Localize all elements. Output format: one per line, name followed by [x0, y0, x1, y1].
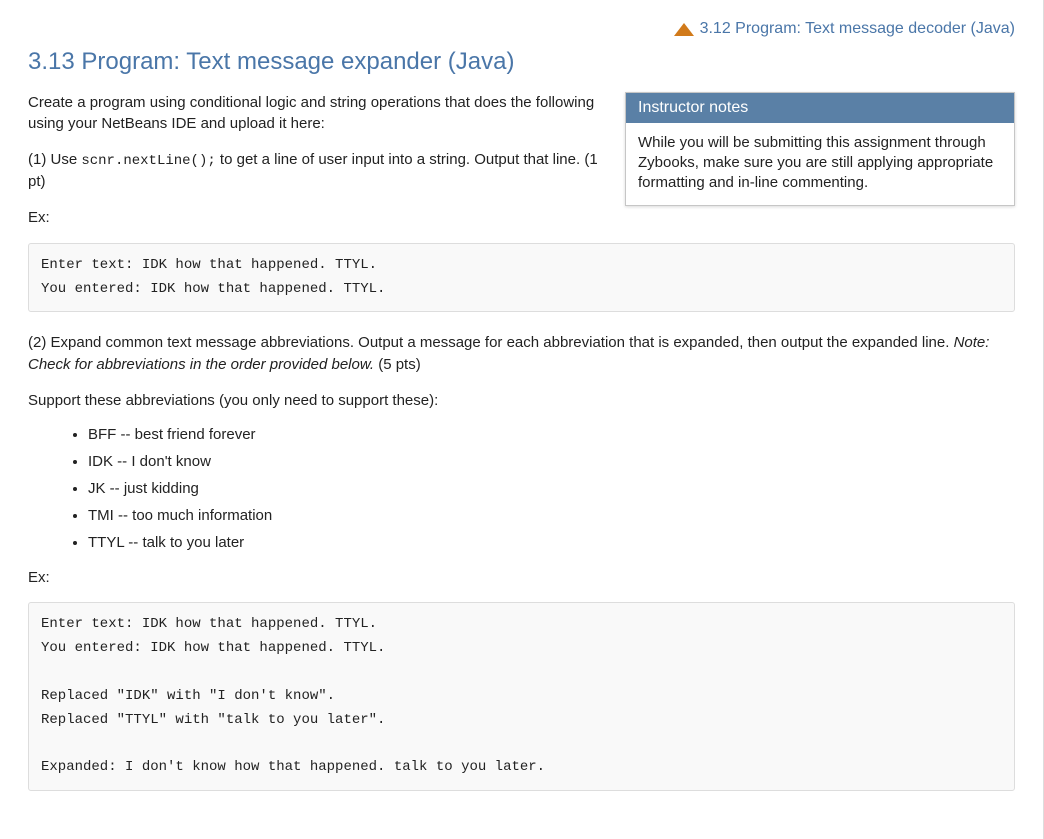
step2-pts: (5 pts) [374, 356, 421, 373]
instructor-notes-header: Instructor notes [626, 93, 1014, 123]
code-block-1: Enter text: IDK how that happened. TTYL.… [28, 243, 1015, 313]
example2-label: Ex: [28, 567, 1015, 589]
step2-paragraph: (2) Expand common text message abbreviat… [28, 332, 1015, 376]
instructor-notes-box: Instructor notes While you will be submi… [625, 92, 1015, 207]
step1-prefix: (1) Use [28, 151, 81, 168]
triangle-up-icon [674, 23, 694, 36]
list-item: TMI -- too much information [88, 507, 1015, 524]
step2-main: (2) Expand common text message abbreviat… [28, 334, 954, 351]
prev-section-link[interactable]: 3.12 Program: Text message decoder (Java… [674, 20, 1015, 38]
top-nav: 3.12 Program: Text message decoder (Java… [28, 20, 1015, 40]
support-label: Support these abbreviations (you only ne… [28, 390, 1015, 412]
code-block-2: Enter text: IDK how that happened. TTYL.… [28, 602, 1015, 791]
list-item: BFF -- best friend forever [88, 426, 1015, 443]
prev-section-label: 3.12 Program: Text message decoder (Java… [700, 20, 1015, 38]
instructor-notes-body: While you will be submitting this assign… [626, 123, 1014, 206]
step1-code: scnr.nextLine(); [81, 153, 215, 169]
list-item: TTYL -- talk to you later [88, 534, 1015, 551]
example1-label: Ex: [28, 207, 1015, 229]
abbreviation-list: BFF -- best friend forever IDK -- I don'… [88, 426, 1015, 551]
page-title: 3.13 Program: Text message expander (Jav… [28, 48, 1015, 76]
list-item: IDK -- I don't know [88, 453, 1015, 470]
list-item: JK -- just kidding [88, 480, 1015, 497]
